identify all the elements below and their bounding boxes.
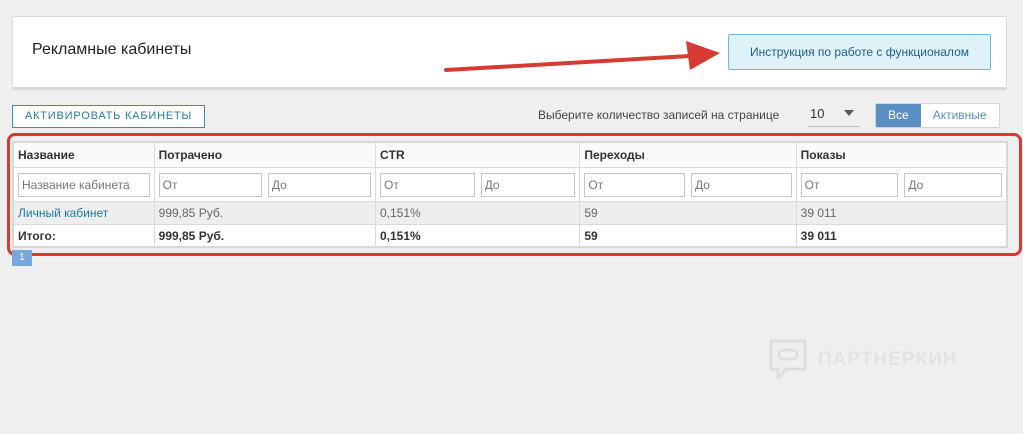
cell-clicks: 59 (579, 201, 797, 225)
filter-cell-ctr (374, 167, 581, 202)
total-spent: 999,85 Руб. (153, 224, 377, 247)
total-impressions: 39 011 (795, 224, 1008, 247)
column-header-impressions[interactable]: Показы (795, 142, 1008, 168)
ctr-to-input[interactable] (480, 172, 576, 197)
per-page-value: 10 (810, 106, 825, 121)
table-row: Личный кабинет 999,85 Руб. 0,151% 59 39 … (13, 201, 1008, 225)
cell-spent: 999,85 Руб. (153, 201, 377, 225)
filter-cell-impressions (795, 167, 1008, 202)
cell-impressions: 39 011 (795, 201, 1008, 225)
account-name-link[interactable]: Личный кабинет (13, 201, 155, 225)
ctr-from-input[interactable] (380, 172, 475, 197)
column-header-spent[interactable]: Потрачено (153, 142, 377, 168)
per-page-select[interactable]: 10 (808, 101, 860, 127)
total-label: Итого: (13, 224, 155, 247)
spent-from-input[interactable] (158, 172, 262, 197)
filter-cell-clicks (579, 167, 797, 202)
column-header-ctr[interactable]: CTR (374, 142, 581, 168)
impressions-to-input[interactable] (904, 172, 1002, 197)
watermark-text: ПАРТНЕРКИН (818, 349, 958, 370)
cell-ctr: 0,151% (374, 201, 581, 225)
clicks-from-input[interactable] (584, 172, 685, 197)
dropdown-caret-icon (844, 110, 854, 116)
accounts-table: Название Потрачено CTR Переходы Показы Н… (12, 141, 1008, 248)
header-card: Рекламные кабинеты Инструкция по работе … (12, 16, 1007, 90)
pagination-page-1[interactable]: 1 (12, 250, 32, 266)
filter-active-button[interactable]: Активные (920, 104, 999, 127)
status-filter-toggle: Все Активные (875, 103, 1000, 128)
total-ctr: 0,151% (374, 224, 581, 247)
filter-row (13, 167, 1008, 202)
name-filter-input[interactable] (18, 172, 150, 197)
instruction-button[interactable]: Инструкция по работе с функционалом (728, 34, 991, 70)
filter-cell-name (13, 167, 155, 202)
total-row: Итого: 999,85 Руб. 0,151% 59 39 011 (13, 224, 1008, 247)
filter-all-button[interactable]: Все (876, 104, 921, 127)
page-title: Рекламные кабинеты (32, 41, 192, 58)
spent-to-input[interactable] (267, 172, 371, 197)
total-clicks: 59 (579, 224, 797, 247)
filter-cell-spent (153, 167, 377, 202)
column-header-clicks[interactable]: Переходы (579, 142, 797, 168)
clicks-to-input[interactable] (690, 172, 792, 197)
activate-accounts-button[interactable]: АКТИВИРОВАТЬ КАБИНЕТЫ (12, 105, 205, 128)
watermark-logo-icon (769, 339, 807, 380)
column-header-name[interactable]: Название (13, 142, 155, 168)
per-page-label: Выберите количество записей на странице (538, 108, 780, 122)
table-header-row: Название Потрачено CTR Переходы Показы (13, 142, 1008, 168)
watermark: ПАРТНЕРКИН (768, 338, 957, 382)
impressions-from-input[interactable] (800, 172, 899, 197)
